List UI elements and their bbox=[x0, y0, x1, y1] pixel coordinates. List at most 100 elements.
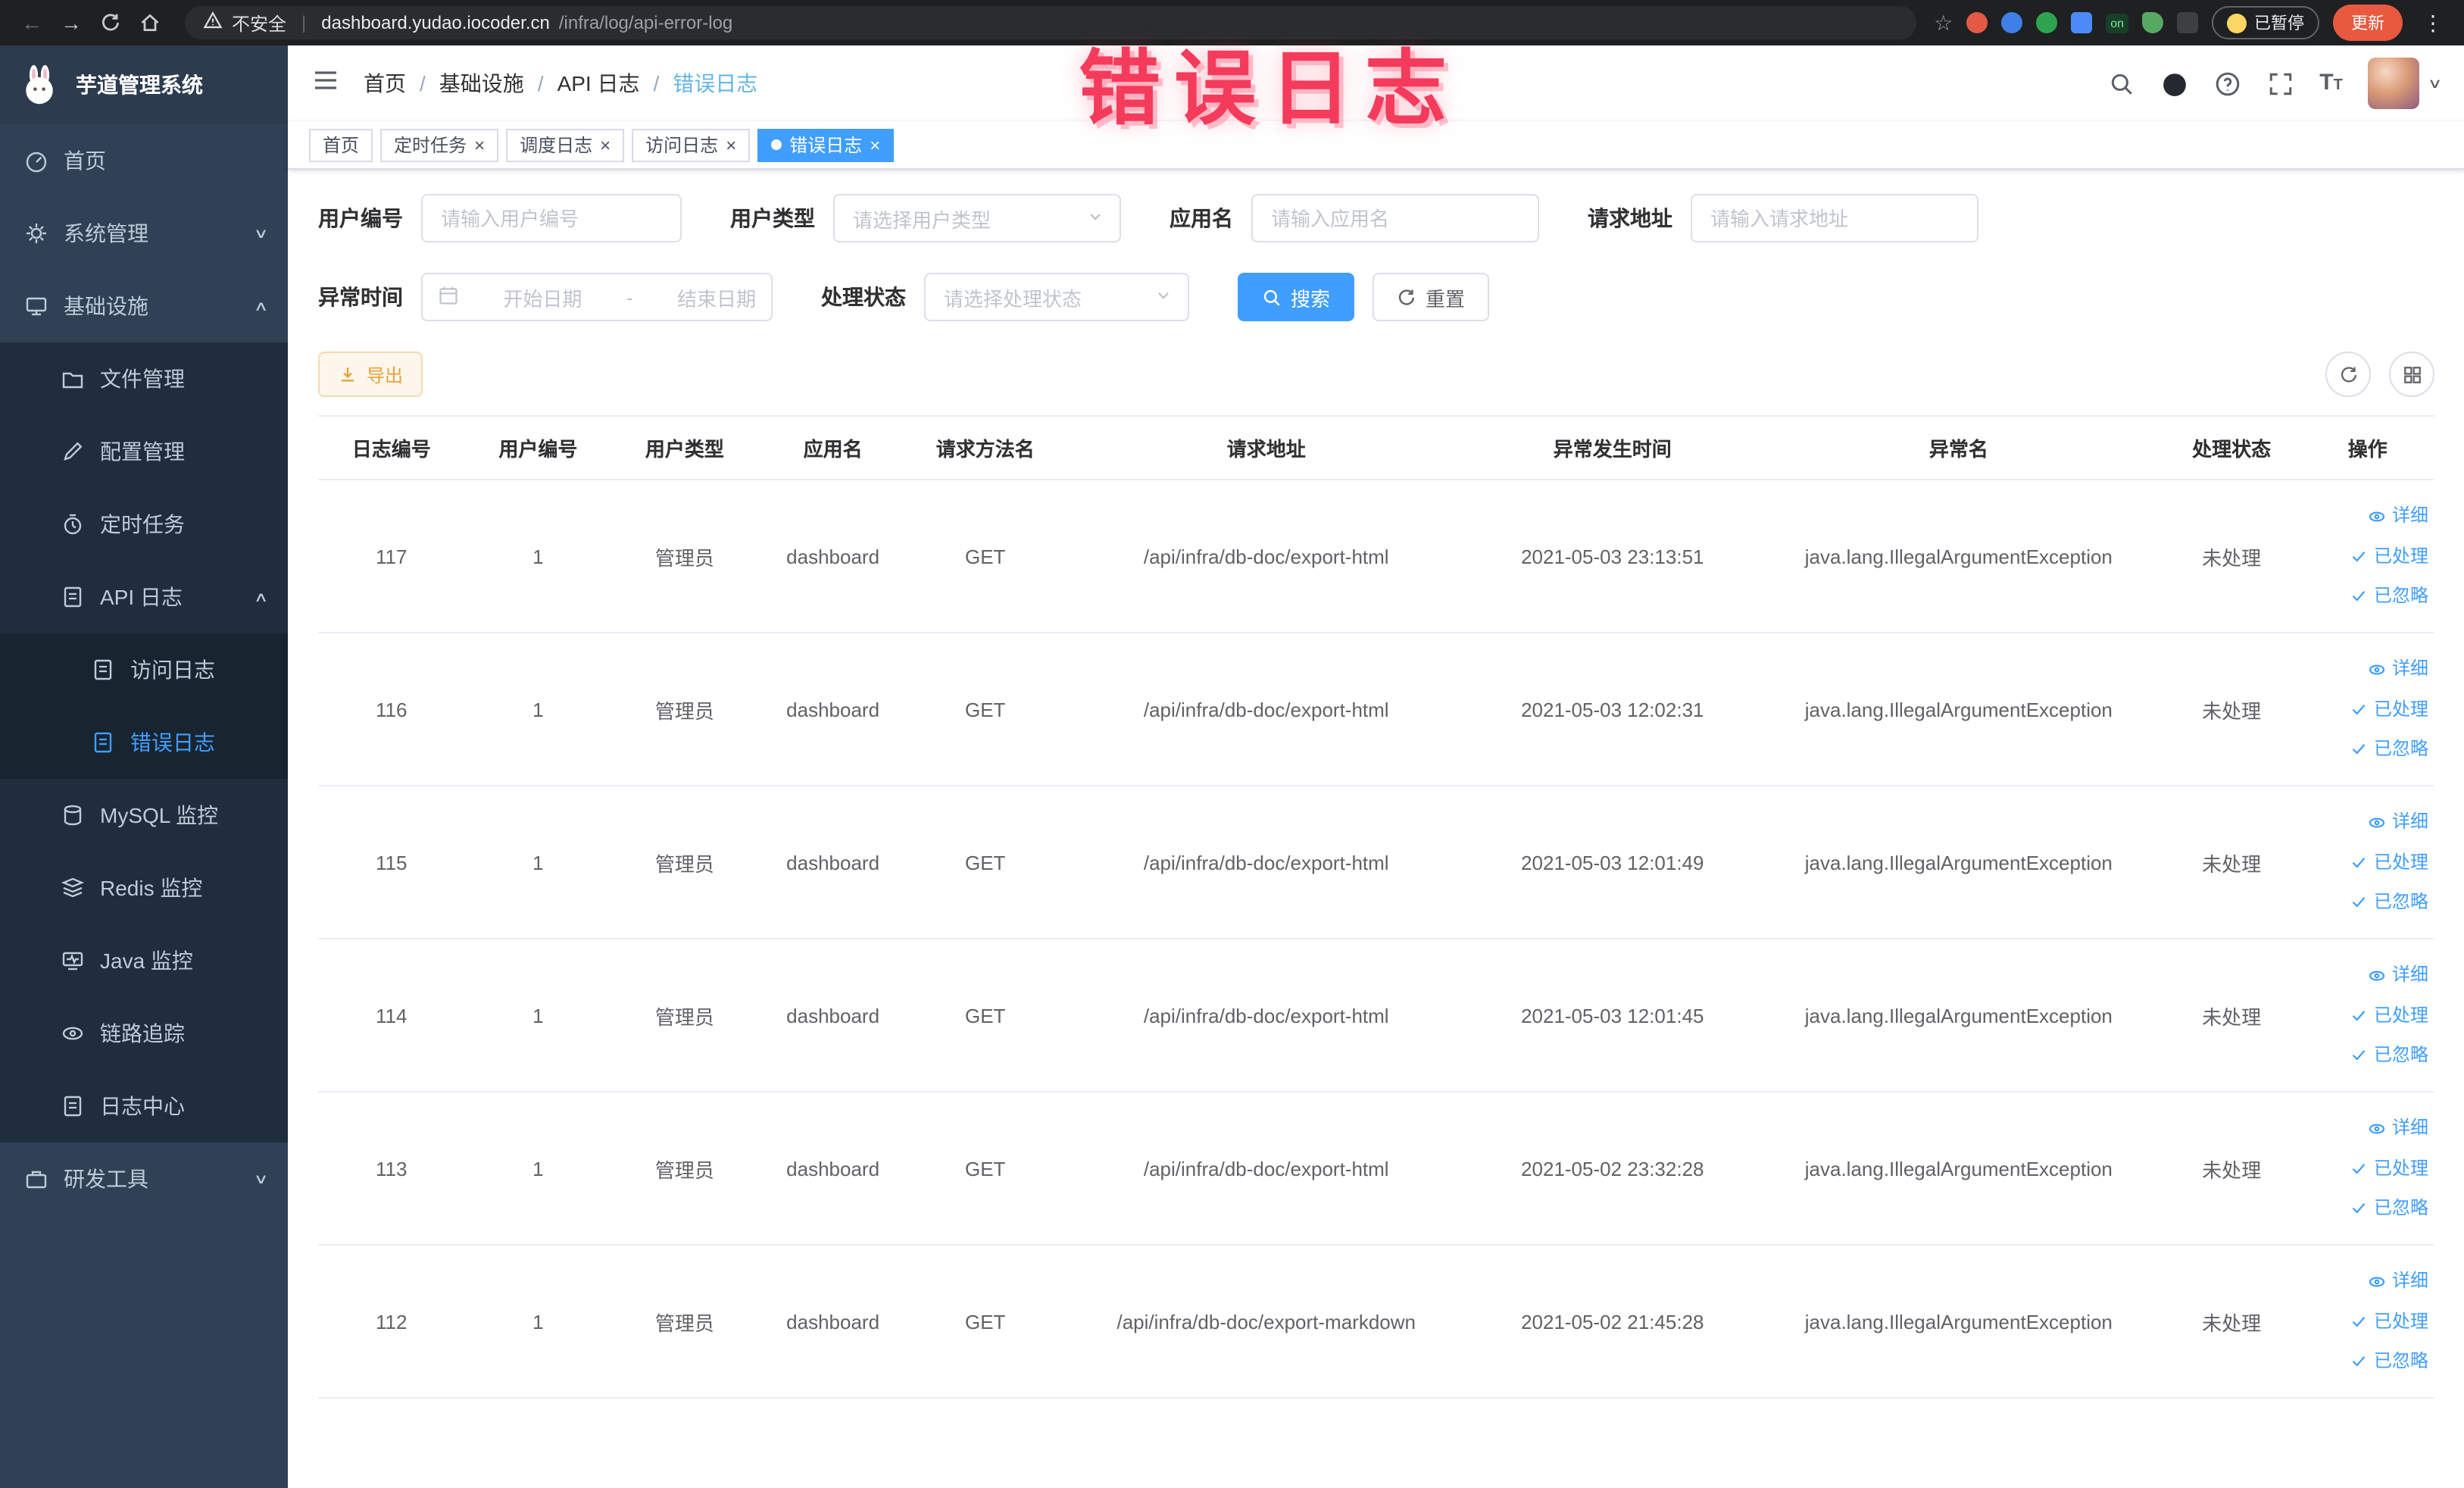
browser-back-icon[interactable]: ← bbox=[15, 6, 48, 39]
sidebar-item-scheduled-task[interactable]: 定时任务 bbox=[0, 488, 288, 561]
refresh-table-button[interactable] bbox=[2325, 352, 2371, 397]
extension-icon[interactable] bbox=[2142, 12, 2163, 33]
filter-row-2: 异常时间 开始日期 - 结束日期 处理状态 请选择处理状态 搜索 重置 bbox=[318, 273, 2434, 321]
action-ignored-link[interactable]: 已忽略 bbox=[2307, 1188, 2428, 1228]
user-id-input[interactable] bbox=[423, 207, 680, 230]
toolbar-right bbox=[2307, 352, 2434, 397]
date-range-picker[interactable]: 开始日期 - 结束日期 bbox=[421, 273, 773, 321]
paused-badge[interactable]: 已暂停 bbox=[2212, 6, 2319, 39]
action-detail-link[interactable]: 详细 bbox=[2307, 496, 2428, 536]
filter-process-status: 处理状态 请选择处理状态 bbox=[821, 273, 1189, 321]
tab-close-icon[interactable]: × bbox=[870, 136, 880, 154]
action-processed-link[interactable]: 已处理 bbox=[2307, 689, 2428, 730]
extension-on-badge[interactable]: on bbox=[2106, 13, 2128, 33]
sidebar-item-config-management[interactable]: 配置管理 bbox=[0, 415, 288, 488]
breadcrumb-item[interactable]: 基础设施 bbox=[439, 68, 524, 98]
bookmark-star-icon[interactable]: ☆ bbox=[1934, 10, 1953, 36]
action-detail-link[interactable]: 详细 bbox=[2307, 955, 2428, 996]
tab-error-log[interactable]: 错误日志 × bbox=[757, 128, 895, 161]
search-button[interactable]: 搜索 bbox=[1238, 273, 1355, 321]
action-ignored-link[interactable]: 已忽略 bbox=[2307, 882, 2428, 922]
font-size-icon[interactable]: TT bbox=[2319, 70, 2343, 97]
table-row: 113 1 管理员 dashboard GET /api/infra/db-do… bbox=[318, 1092, 2434, 1246]
sidebar-item-log-center[interactable]: 日志中心 bbox=[0, 1070, 288, 1143]
action-ignored-link[interactable]: 已忽略 bbox=[2307, 1035, 2428, 1075]
sidebar-item-error-log[interactable]: 错误日志 bbox=[0, 706, 288, 779]
fullscreen-icon[interactable] bbox=[2266, 70, 2294, 97]
action-processed-link[interactable]: 已处理 bbox=[2307, 1302, 2428, 1342]
github-icon[interactable] bbox=[2160, 70, 2188, 97]
cell-exception-time: 2021-05-03 12:01:45 bbox=[1469, 939, 1755, 1093]
action-detail-link[interactable]: 详细 bbox=[2307, 802, 2428, 842]
sidebar-item-home[interactable]: 首页 bbox=[0, 124, 288, 197]
column-settings-button[interactable] bbox=[2389, 352, 2434, 397]
process-status-select[interactable]: 请选择处理状态 bbox=[924, 273, 1189, 321]
action-processed-link[interactable]: 已处理 bbox=[2307, 536, 2428, 577]
reset-button[interactable]: 重置 bbox=[1373, 273, 1490, 321]
sidebar-item-trace[interactable]: 链路追踪 bbox=[0, 997, 288, 1070]
extension-icon[interactable] bbox=[2036, 12, 2058, 33]
sidebar-item-redis-monitor[interactable]: Redis 监控 bbox=[0, 852, 288, 924]
tab-access-log[interactable]: 访问日志 × bbox=[632, 128, 751, 161]
tab-close-icon[interactable]: × bbox=[600, 136, 611, 154]
sidebar-item-access-log[interactable]: 访问日志 bbox=[0, 633, 288, 706]
sidebar-toggle-icon[interactable] bbox=[312, 66, 339, 101]
action-processed-link[interactable]: 已处理 bbox=[2307, 1149, 2428, 1189]
action-processed-link[interactable]: 已处理 bbox=[2307, 996, 2428, 1036]
user-type-select[interactable]: 请选择用户类型 bbox=[833, 194, 1121, 242]
address-bar[interactable]: 不安全 | dashboard.yudao.iocoder.cn/infra/l… bbox=[185, 6, 1916, 39]
extension-icon[interactable] bbox=[2071, 12, 2093, 33]
table-row: 117 1 管理员 dashboard GET /api/infra/db-do… bbox=[318, 480, 2434, 633]
cell-user-id: 1 bbox=[464, 480, 612, 633]
tab-home[interactable]: 首页 bbox=[309, 128, 373, 161]
security-label: 不安全 bbox=[232, 13, 287, 34]
action-ignored-link[interactable]: 已忽略 bbox=[2307, 729, 2428, 769]
sidebar-item-mysql-monitor[interactable]: MySQL 监控 bbox=[0, 779, 288, 852]
action-detail-link[interactable]: 详细 bbox=[2307, 649, 2428, 689]
request-url-input[interactable] bbox=[1692, 207, 1977, 230]
action-ignored-link[interactable]: 已忽略 bbox=[2307, 1341, 2428, 1381]
breadcrumb-separator: / bbox=[537, 71, 544, 95]
sidebar-item-dev-tools[interactable]: 研发工具 ∨ bbox=[0, 1143, 288, 1215]
export-button[interactable]: 导出 bbox=[318, 352, 423, 397]
sidebar-item-file-management[interactable]: 文件管理 bbox=[0, 342, 288, 415]
action-ignored-link[interactable]: 已忽略 bbox=[2307, 576, 2428, 616]
tab-schedule-log[interactable]: 调度日志 × bbox=[506, 128, 625, 161]
tab-scheduled-task[interactable]: 定时任务 × bbox=[380, 128, 499, 161]
sidebar-item-label: MySQL 监控 bbox=[100, 803, 219, 827]
sidebar-item-system-management[interactable]: 系统管理 ∨ bbox=[0, 197, 288, 270]
cell-method: GET bbox=[907, 480, 1063, 633]
search-icon[interactable] bbox=[2107, 70, 2135, 97]
tab-close-icon[interactable]: × bbox=[474, 136, 485, 154]
sidebar-item-infrastructure[interactable]: 基础设施 ∧ bbox=[0, 270, 288, 342]
column-header: 应用名 bbox=[757, 415, 908, 480]
browser-forward-icon[interactable]: → bbox=[55, 6, 88, 39]
paused-badge-label: 已暂停 bbox=[2254, 15, 2304, 33]
sidebar-item-java-monitor[interactable]: Java 监控 bbox=[0, 924, 288, 997]
cell-exception-name: java.lang.IllegalArgumentException bbox=[1754, 786, 2163, 939]
download-icon bbox=[341, 367, 354, 381]
breadcrumb-item[interactable]: API 日志 bbox=[557, 68, 640, 98]
help-icon[interactable] bbox=[2213, 70, 2241, 97]
browser-menu-kebab-icon[interactable]: ⋮ bbox=[2416, 10, 2450, 36]
breadcrumb-item[interactable]: 首页 bbox=[364, 68, 406, 98]
extension-icon[interactable] bbox=[1966, 12, 1988, 33]
browser-home-icon[interactable] bbox=[133, 6, 167, 39]
app-name-input[interactable] bbox=[1253, 207, 1538, 230]
sidebar: 芋道管理系统 首页 系统管理 ∨ 基础设施 ∧ 文件管理 配置管理 定时任务 A… bbox=[0, 45, 288, 1488]
browser-reload-icon[interactable] bbox=[94, 6, 127, 39]
tab-close-icon[interactable]: × bbox=[726, 136, 736, 154]
page-content: 用户编号 用户类型 请选择用户类型 应用名 bbox=[288, 170, 2464, 1488]
sidebar-item-api-log[interactable]: API 日志 ∧ bbox=[0, 561, 288, 633]
action-processed-link[interactable]: 已处理 bbox=[2307, 842, 2428, 883]
extension-pin-icon[interactable] bbox=[2177, 12, 2198, 33]
extension-icon[interactable] bbox=[2001, 12, 2023, 33]
action-detail-link[interactable]: 详细 bbox=[2307, 1261, 2428, 1302]
screen: ← → 不安全 | dashboard.yudao.iocoder.cn/inf… bbox=[0, 0, 2464, 1488]
timer-icon bbox=[61, 512, 85, 536]
browser-update-button[interactable]: 更新 bbox=[2333, 5, 2403, 41]
select-arrow-icon bbox=[1086, 207, 1104, 230]
user-menu[interactable]: ∨ bbox=[2368, 58, 2443, 109]
action-detail-link[interactable]: 详细 bbox=[2307, 1108, 2428, 1149]
check-icon bbox=[2352, 897, 2366, 908]
